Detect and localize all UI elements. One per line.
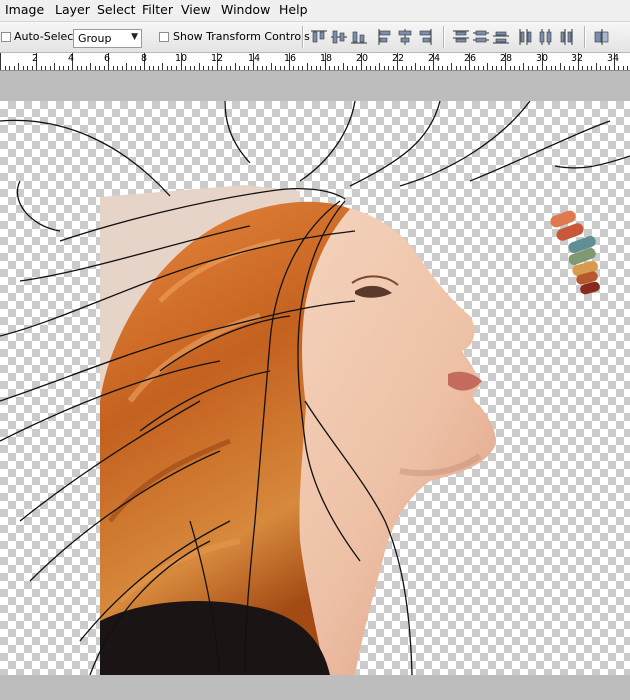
align-right-edges-icon[interactable] <box>415 28 435 46</box>
show-transform-label: Show Transform Controls <box>173 30 310 43</box>
ruler-label: 20 <box>356 53 369 64</box>
separator <box>443 26 445 48</box>
ruler-label: 22 <box>392 53 405 64</box>
separator <box>584 26 586 48</box>
auto-select-dropdown[interactable]: Group ▼ <box>73 29 142 48</box>
menu-filter[interactable]: Filter <box>142 2 173 18</box>
options-bar: Auto-Select: Group ▼ Show Transform Cont… <box>0 22 630 53</box>
distribute-left-edges-icon[interactable] <box>516 28 536 46</box>
document-canvas[interactable] <box>0 101 630 675</box>
show-transform-checkbox[interactable] <box>159 32 169 42</box>
ruler-label: 34 <box>607 53 620 64</box>
menu-image[interactable]: Image <box>5 2 44 18</box>
ruler-label: 30 <box>536 53 549 64</box>
align-vertical-centers-icon[interactable] <box>329 28 349 46</box>
align-horizontal-centers-icon[interactable] <box>395 28 415 46</box>
ruler-label: 14 <box>248 53 261 64</box>
menu-select[interactable]: Select <box>97 2 136 18</box>
distribute-bottom-edges-icon[interactable] <box>491 28 511 46</box>
color-palette <box>550 210 600 295</box>
menu-window[interactable]: Window <box>221 2 270 18</box>
distribute-horizontal-centers-icon[interactable] <box>536 28 556 46</box>
canvas-artwork <box>0 101 630 675</box>
ruler-label: 26 <box>464 53 477 64</box>
ruler-label: 8 <box>141 53 148 64</box>
distribute-vertical-centers-icon[interactable] <box>471 28 491 46</box>
menu-help[interactable]: Help <box>279 2 308 18</box>
ruler-label: 16 <box>284 53 297 64</box>
align-bottom-edges-icon[interactable] <box>349 28 369 46</box>
ruler-label: 2 <box>32 53 39 64</box>
ruler-label: 32 <box>571 53 584 64</box>
menu-layer[interactable]: Layer <box>55 2 90 18</box>
separator <box>302 26 304 48</box>
distribute-right-edges-icon[interactable] <box>556 28 576 46</box>
ruler-label: 4 <box>68 53 75 64</box>
menu-view[interactable]: View <box>181 2 211 18</box>
ruler-label: 28 <box>500 53 513 64</box>
align-top-edges-icon[interactable] <box>309 28 329 46</box>
align-left-edges-icon[interactable] <box>375 28 395 46</box>
ruler-label: 6 <box>104 53 111 64</box>
ruler-label: 10 <box>175 53 188 64</box>
menu-bar: Image Layer Select Filter View Window He… <box>0 0 630 22</box>
auto-select-value: Group <box>78 32 112 45</box>
canvas-area[interactable] <box>0 71 630 700</box>
distribute-top-edges-icon[interactable] <box>451 28 471 46</box>
auto-select-checkbox[interactable] <box>1 32 11 42</box>
auto-select-label: Auto-Select: <box>14 30 82 43</box>
horizontal-ruler[interactable]: 2 4 6 8 10 12 14 16 18 20 22 24 26 28 30… <box>0 53 630 71</box>
ruler-label: 18 <box>320 53 333 64</box>
chevron-down-icon: ▼ <box>131 32 138 42</box>
auto-align-layers-icon[interactable] <box>592 28 612 46</box>
ruler-label: 24 <box>428 53 441 64</box>
ruler-label: 12 <box>211 53 224 64</box>
